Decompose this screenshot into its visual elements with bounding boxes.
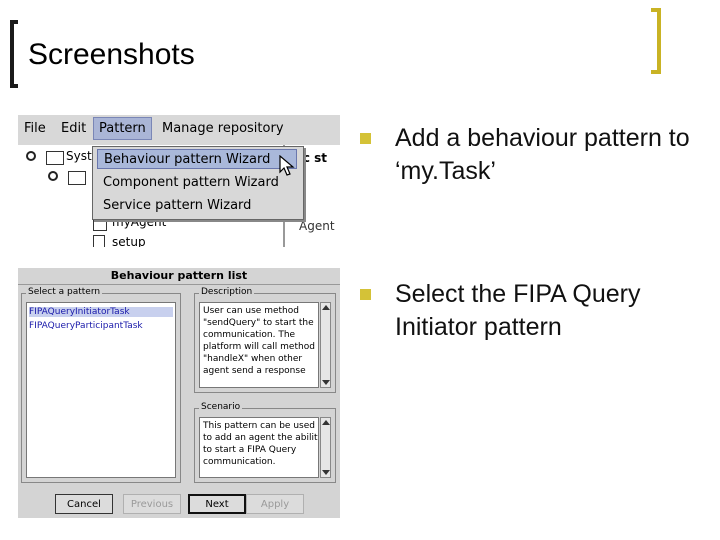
scroll-down-icon[interactable]	[322, 380, 330, 385]
dialog-title: Behaviour pattern list	[18, 268, 340, 285]
title-bracket-left	[10, 20, 18, 88]
bullet-marker-icon	[360, 289, 371, 300]
scroll-down-icon[interactable]	[322, 470, 330, 475]
pattern-item-query-participant[interactable]: FIPAQueryParticipantTask	[29, 321, 143, 331]
cancel-button[interactable]: Cancel	[55, 494, 113, 514]
description-group: Description User can use method "sendQue…	[194, 287, 336, 393]
tree-row-system[interactable]: Syst	[66, 149, 92, 163]
previous-button[interactable]: Previous	[123, 494, 181, 514]
tree-row-setup[interactable]: setup	[112, 235, 146, 247]
menu-manage-repository[interactable]: Manage repository	[162, 121, 284, 136]
slide-title: Screenshots	[28, 38, 195, 71]
menu-item-service-pattern-wizard[interactable]: Service pattern Wizard	[97, 196, 297, 216]
select-pattern-label: Select a pattern	[26, 287, 103, 297]
pattern-list: FIPAQueryInitiatorTask FIPAQueryParticip…	[26, 302, 176, 478]
menu-pattern[interactable]: Pattern	[93, 117, 152, 140]
title-bracket-right	[651, 8, 661, 74]
pattern-item-query-initiator[interactable]: FIPAQueryInitiatorTask	[29, 307, 173, 317]
folder-icon	[68, 171, 86, 185]
next-button[interactable]: Next	[188, 494, 246, 514]
apply-button[interactable]: Apply	[246, 494, 304, 514]
tree-node-icon[interactable]	[48, 171, 58, 181]
menu-edit[interactable]: Edit	[61, 121, 86, 136]
menu-item-component-pattern-wizard[interactable]: Component pattern Wizard	[97, 173, 297, 193]
tree-node-icon[interactable]	[26, 151, 36, 161]
bullet-text: Add a behaviour pattern to ‘my.Task’	[395, 124, 690, 185]
scroll-up-icon[interactable]	[322, 420, 330, 425]
screenshot-pattern-menu: File Edit Pattern Manage repository Syst…	[18, 115, 340, 247]
description-label: Description	[199, 287, 255, 297]
menu-file[interactable]: File	[24, 121, 46, 136]
pattern-menu-dropdown: Behaviour pattern Wizard Component patte…	[92, 146, 304, 220]
select-pattern-group: Select a pattern FIPAQueryInitiatorTask …	[21, 287, 181, 483]
screenshot-pattern-dialog: Behaviour pattern list Select a pattern …	[18, 268, 340, 518]
bullet-marker-icon	[360, 133, 371, 144]
scenario-group: Scenario This pattern can be used to add…	[194, 402, 336, 483]
scroll-up-icon[interactable]	[322, 305, 330, 310]
scenario-label: Scenario	[199, 402, 243, 412]
menubar: File Edit Pattern Manage repository	[18, 115, 340, 146]
detail-fragment: Agent	[299, 219, 335, 233]
description-text: User can use method "sendQuery" to start…	[199, 302, 319, 388]
file-icon	[93, 235, 105, 247]
folder-icon	[46, 151, 64, 165]
bullet-text: Select the FIPA Query Initiator pattern	[395, 280, 641, 341]
description-scrollbar[interactable]	[320, 302, 331, 388]
scenario-text: This pattern can be used to add an agent…	[199, 417, 319, 478]
mouse-cursor-icon	[279, 155, 295, 176]
menu-item-behaviour-pattern-wizard[interactable]: Behaviour pattern Wizard	[97, 149, 297, 169]
scenario-scrollbar[interactable]	[320, 417, 331, 478]
